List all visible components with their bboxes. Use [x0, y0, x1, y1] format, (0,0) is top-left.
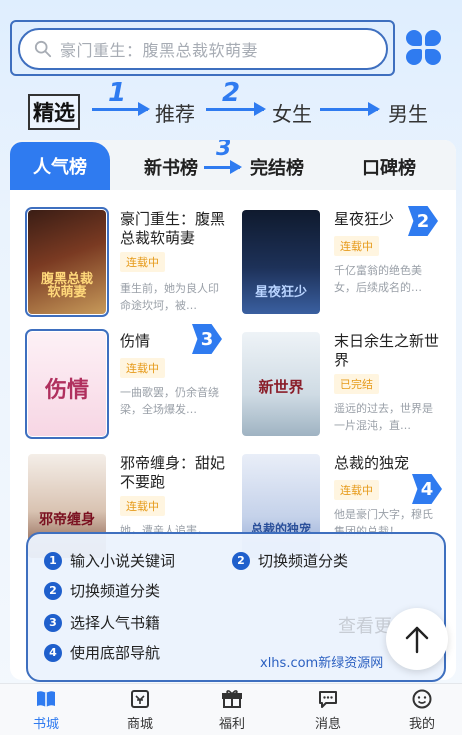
nav-bookstore[interactable]: 书城	[16, 688, 76, 732]
channel-recommend[interactable]: 推荐	[155, 98, 195, 127]
channel-bar: 精选 1 推荐 2 女生 男生	[0, 78, 462, 130]
gift-icon	[222, 690, 242, 708]
shop-icon	[131, 690, 149, 708]
arrow-right-icon	[320, 102, 380, 116]
message-icon	[319, 691, 337, 708]
channel-female[interactable]: 女生	[272, 98, 312, 127]
tab-reputation[interactable]: 口碑榜	[362, 154, 416, 180]
search-highlight-frame: 豪门重生：腹黑总裁软萌妻	[10, 20, 395, 76]
nav-messages[interactable]: 消息	[298, 688, 358, 732]
profile-face-icon	[412, 689, 432, 709]
view-more-link[interactable]: 查看更	[338, 612, 392, 638]
book-title: 邪帝缠身：甜妃不要跑	[120, 454, 226, 491]
bottom-navigation: 书城 商城 福利 消息 我的	[0, 683, 462, 735]
search-icon	[34, 40, 52, 58]
book-item[interactable]: 伤情 伤情 连载中 一曲歌罢，仍余音绕梁，全场爆发…	[25, 329, 248, 452]
nav-mall[interactable]: 商城	[110, 688, 170, 732]
step-marker: 1	[108, 78, 127, 108]
search-placeholder: 豪门重生：腹黑总裁软萌妻	[60, 41, 259, 60]
legend-item: 3 选择人气书籍	[44, 612, 160, 633]
book-cover: 新世界	[242, 332, 320, 436]
status-badge: 连载中	[120, 496, 165, 516]
arrow-up-icon	[405, 626, 429, 654]
book-icon	[37, 691, 55, 707]
book-title: 末日余生之新世界	[334, 332, 440, 369]
book-description: 遥远的过去，世界是一片混沌，直…	[334, 402, 433, 432]
watermark: xlhs.com新绿资源网	[260, 656, 384, 671]
legend-item: 1 输入小说关键词	[44, 550, 175, 571]
legend-item: 2 切换频道分类	[232, 550, 348, 571]
status-badge: 已完结	[334, 374, 379, 394]
step-marker: 3	[216, 140, 232, 161]
book-title: 豪门重生：腹黑总裁软萌妻	[120, 210, 226, 247]
tab-popular[interactable]: 人气榜	[10, 142, 110, 190]
nav-welfare[interactable]: 福利	[202, 688, 262, 732]
status-badge: 连载中	[334, 236, 379, 256]
book-item[interactable]: 腹黑总裁 软萌妻 豪门重生：腹黑总裁软萌妻 连载中 重生前，她为良人印命途坎坷，…	[25, 207, 248, 330]
arrow-right-icon	[92, 102, 150, 116]
search-input[interactable]: 豪门重生：腹黑总裁软萌妻	[18, 28, 388, 70]
category-grid-icon[interactable]	[406, 30, 442, 66]
ranking-tabs: 人气榜 新书榜 3 完结榜 口碑榜	[10, 140, 456, 190]
instruction-legend: 1 输入小说关键词 2 切换频道分类 2 切换频道分类 3 选择人气书籍 4 使…	[26, 532, 446, 682]
channel-featured[interactable]: 精选	[28, 94, 80, 130]
status-badge: 连载中	[120, 252, 165, 272]
nav-profile[interactable]: 我的	[392, 688, 452, 732]
step-marker: 2	[222, 78, 241, 108]
status-badge: 连载中	[120, 358, 165, 378]
book-description: 千亿富翁的绝色美女，后续成名的…	[334, 264, 422, 294]
arrow-right-icon	[206, 102, 266, 116]
book-title: 伤情	[120, 332, 151, 350]
tab-new[interactable]: 新书榜	[144, 154, 198, 180]
scroll-top-button[interactable]	[386, 608, 448, 670]
book-description: 一曲歌罢，仍余音绕梁，全场爆发…	[120, 386, 219, 416]
book-cover: 星夜狂少	[242, 210, 320, 314]
arrow-right-icon	[204, 160, 242, 174]
tab-completed[interactable]: 完结榜	[250, 154, 304, 180]
book-cover: 腹黑总裁 软萌妻	[25, 207, 109, 317]
status-badge: 连载中	[334, 480, 379, 500]
book-item[interactable]: 新世界 末日余生之新世界 已完结 遥远的过去，世界是一片混沌，直…	[242, 332, 456, 452]
channel-male[interactable]: 男生	[388, 98, 428, 127]
book-title: 总裁的独宠	[334, 454, 410, 472]
legend-item: 2 切换频道分类	[44, 580, 160, 601]
book-description: 重生前，她为良人印命途坎坷，被…	[120, 282, 219, 312]
legend-item: 4 使用底部导航	[44, 642, 160, 663]
book-cover: 伤情	[25, 329, 109, 439]
